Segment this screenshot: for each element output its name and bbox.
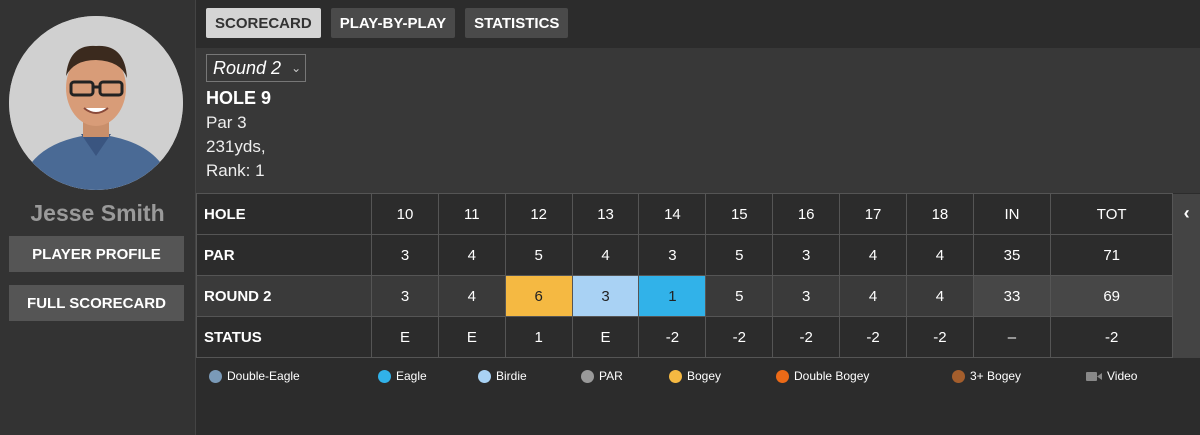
hole-number: 14: [638, 193, 707, 235]
par-total: 71: [1050, 234, 1174, 276]
par-cell: 5: [705, 234, 774, 276]
legend-birdie: Birdie: [478, 369, 527, 383]
tab-scorecard[interactable]: SCORECARD: [206, 8, 321, 38]
row-label: HOLE: [195, 193, 373, 235]
round-select[interactable]: Round 2 ⌄: [206, 54, 306, 82]
player-name: Jesse Smith: [30, 200, 165, 226]
score-cell: 3: [571, 275, 640, 317]
status-cell: E: [371, 316, 439, 358]
score-cell: 4: [905, 275, 974, 317]
bogey-dot-icon: [669, 369, 682, 383]
player-profile-button[interactable]: PLAYER PROFILE: [9, 236, 184, 272]
score-cell: 1: [638, 275, 707, 317]
round-row: ROUND 2 3 4 6 3 1 5 3 4 4 33 69: [195, 275, 1200, 317]
player-avatar: [9, 16, 183, 190]
par-cell: 4: [839, 234, 907, 276]
par-cell: 3: [371, 234, 439, 276]
legend-label: 3+ Bogey: [970, 369, 1022, 383]
video-camera-icon: [1086, 371, 1102, 382]
tab-bar: SCORECARD PLAY-BY-PLAY STATISTICS: [206, 8, 569, 38]
status-cell: -2: [839, 316, 907, 358]
hole-number: 10: [371, 193, 439, 235]
legend-video[interactable]: Video: [1086, 369, 1137, 383]
legend-label: Double Bogey: [794, 369, 870, 383]
tab-statistics[interactable]: STATISTICS: [465, 8, 569, 38]
par-cell: 4: [571, 234, 640, 276]
legend-label: Bogey: [687, 369, 722, 383]
hole-par: Par 3: [206, 113, 247, 132]
score-cell: 3: [371, 275, 439, 317]
legend-eagle: Eagle: [378, 369, 427, 383]
status-row: STATUS E E 1 E -2 -2 -2 -2 -2 – -2: [195, 316, 1200, 358]
par-dot-icon: [581, 369, 594, 383]
par-cell: 3: [638, 234, 707, 276]
legend-double-bogey: Double Bogey: [776, 369, 869, 383]
hole-info-panel: Round 2 ⌄ HOLE 9 Par 3 231yds, Rank: 1: [196, 48, 1200, 193]
legend-par: PAR: [581, 369, 623, 383]
legend-double-eagle: Double-Eagle: [209, 369, 300, 383]
hole-number: 11: [437, 193, 506, 235]
status-cell: E: [571, 316, 640, 358]
score-cell: 5: [705, 275, 774, 317]
chevron-down-icon: ⌄: [291, 61, 302, 75]
status-cell: -2: [638, 316, 707, 358]
status-cell: 1: [504, 316, 573, 358]
tab-play-by-play[interactable]: PLAY-BY-PLAY: [330, 8, 456, 38]
full-scorecard-button[interactable]: FULL SCORECARD: [9, 285, 184, 321]
round-in: 33: [972, 275, 1052, 317]
in-total: IN: [972, 193, 1052, 235]
score-legend: Double-Eagle Eagle Birdie PAR Bogey Doub…: [0, 369, 1200, 389]
score-cell: 3: [772, 275, 841, 317]
round-total: 69: [1050, 275, 1174, 317]
status-total: -2: [1050, 316, 1174, 358]
hole-number: 13: [571, 193, 640, 235]
legend-label: Video: [1107, 369, 1138, 383]
legend-3plus-bogey: 3+ Bogey: [952, 369, 1021, 383]
par-cell: 3: [772, 234, 841, 276]
scorecard-table: HOLE 10 11 12 13 14 15 16 17 18 IN TOT ‹…: [195, 193, 1200, 358]
par-cell: 5: [504, 234, 573, 276]
3plus-bogey-dot-icon: [952, 369, 965, 383]
hole-number: 17: [839, 193, 907, 235]
status-cell: E: [437, 316, 506, 358]
score-cell: 4: [437, 275, 506, 317]
status-cell: -2: [705, 316, 774, 358]
row-label: ROUND 2: [195, 275, 373, 317]
par-cell: 4: [437, 234, 506, 276]
status-in: –: [972, 316, 1052, 358]
legend-bogey: Bogey: [669, 369, 721, 383]
par-cell: 4: [905, 234, 974, 276]
legend-label: PAR: [599, 369, 623, 383]
hole-rank: Rank: 1: [206, 161, 265, 180]
legend-label: Double-Eagle: [227, 369, 300, 383]
row-label: STATUS: [195, 316, 373, 358]
legend-label: Eagle: [396, 369, 427, 383]
double-bogey-dot-icon: [776, 369, 789, 383]
hole-yardage: 231yds,: [206, 137, 266, 156]
hole-number: 15: [705, 193, 774, 235]
row-label: PAR: [195, 234, 373, 276]
status-cell: -2: [905, 316, 974, 358]
par-row: PAR 3 4 5 4 3 5 3 4 4 35 71: [195, 234, 1200, 276]
score-cell: 6: [504, 275, 573, 317]
total: TOT: [1050, 193, 1174, 235]
birdie-dot-icon: [478, 369, 491, 383]
header-row: HOLE 10 11 12 13 14 15 16 17 18 IN TOT ‹: [195, 193, 1200, 358]
hole-number: 16: [772, 193, 841, 235]
round-select-value: Round 2: [213, 57, 282, 78]
score-cell: 4: [839, 275, 907, 317]
hole-number: 12: [504, 193, 573, 235]
eagle-dot-icon: [378, 369, 391, 383]
scroll-left-button[interactable]: ‹: [1172, 193, 1200, 358]
legend-label: Birdie: [496, 369, 527, 383]
double-eagle-dot-icon: [209, 369, 222, 383]
chevron-left-icon: ‹: [1183, 203, 1190, 223]
hole-title: HOLE 9: [206, 88, 272, 108]
hole-number: 18: [905, 193, 974, 235]
par-in: 35: [972, 234, 1052, 276]
status-cell: -2: [772, 316, 841, 358]
